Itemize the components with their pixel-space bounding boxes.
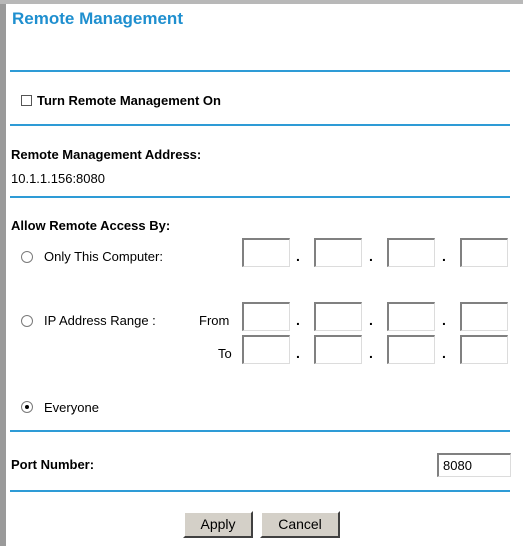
page-title: Remote Management <box>12 9 183 28</box>
remote-address-label: Remote Management Address: <box>11 147 202 162</box>
apply-button[interactable]: Apply <box>183 511 253 538</box>
radio-only-this-computer[interactable] <box>21 251 33 263</box>
divider <box>10 430 510 432</box>
remote-address-value: 10.1.1.156:8080 <box>11 171 105 186</box>
to-ip-octet-3[interactable] <box>387 335 435 364</box>
port-number-input[interactable] <box>437 453 511 477</box>
from-ip-octet-2[interactable] <box>314 302 362 331</box>
ip-dot: . <box>442 312 446 328</box>
ip-dot: . <box>369 248 373 264</box>
divider <box>10 124 510 126</box>
to-ip-octet-2[interactable] <box>314 335 362 364</box>
to-label: To <box>218 346 232 361</box>
cancel-button[interactable]: Cancel <box>260 511 340 538</box>
access-heading: Allow Remote Access By: <box>11 218 171 233</box>
divider <box>10 490 510 492</box>
ip-range-label: IP Address Range : <box>44 313 156 328</box>
ip-dot: . <box>296 345 300 361</box>
only-ip-octet-3[interactable] <box>387 238 435 267</box>
radio-everyone[interactable] <box>21 401 33 413</box>
everyone-label: Everyone <box>44 400 99 415</box>
only-ip-octet-1[interactable] <box>242 238 290 267</box>
divider <box>10 70 510 72</box>
ip-dot: . <box>442 345 446 361</box>
only-this-computer-label: Only This Computer: <box>44 249 163 264</box>
only-ip-octet-4[interactable] <box>460 238 508 267</box>
window-left-border <box>0 0 6 546</box>
from-label: From <box>199 313 230 328</box>
remote-management-label: Turn Remote Management On <box>37 93 221 108</box>
from-ip-octet-3[interactable] <box>387 302 435 331</box>
ip-dot: . <box>442 248 446 264</box>
to-ip-octet-4[interactable] <box>460 335 508 364</box>
divider <box>10 196 510 198</box>
ip-dot: . <box>296 248 300 264</box>
from-ip-octet-4[interactable] <box>460 302 508 331</box>
radio-ip-address-range[interactable] <box>21 315 33 327</box>
ip-dot: . <box>369 345 373 361</box>
only-ip-octet-2[interactable] <box>314 238 362 267</box>
ip-dot: . <box>296 312 300 328</box>
remote-management-checkbox[interactable] <box>21 95 32 106</box>
window-top-border <box>0 0 523 4</box>
port-number-label: Port Number: <box>11 457 95 472</box>
to-ip-octet-1[interactable] <box>242 335 290 364</box>
ip-dot: . <box>369 312 373 328</box>
from-ip-octet-1[interactable] <box>242 302 290 331</box>
